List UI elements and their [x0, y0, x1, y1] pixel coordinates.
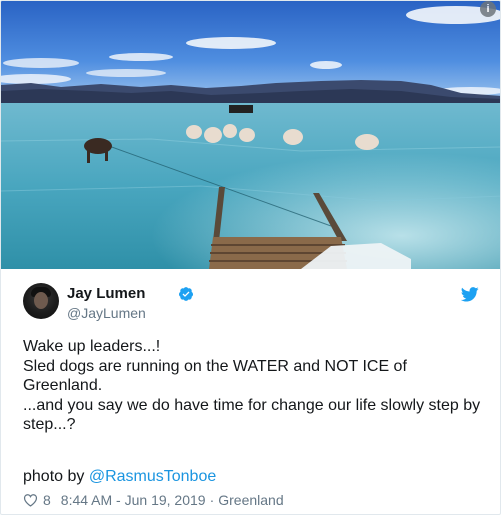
tweet-header: Jay Lumen @JayLumen — [23, 283, 483, 323]
heart-icon[interactable] — [23, 493, 38, 507]
twitter-bird-icon[interactable] — [461, 287, 479, 302]
tweet-line: step...? — [23, 416, 76, 433]
credit-mention-link[interactable]: @RasmusTonboe — [89, 468, 216, 485]
tweet-line: ...and you say we do have time for chang… — [23, 396, 481, 414]
photo-credit: photo by @RasmusTonboe — [23, 468, 216, 486]
like-count[interactable]: 8 — [43, 492, 51, 508]
user-handle[interactable]: @JayLumen — [67, 305, 146, 321]
credit-prefix: photo by — [23, 468, 89, 485]
tweet-photo[interactable] — [1, 1, 501, 269]
tweet-card: i Jay Lumen @JayLumen Wake up leaders...… — [0, 0, 501, 515]
tweet-line: Wake up leaders...! — [23, 338, 161, 355]
tweet-timestamp[interactable]: 8:44 AM - Jun 19, 2019 — [61, 492, 206, 508]
tweet-location[interactable]: Greenland — [218, 492, 283, 508]
verified-badge-icon — [179, 287, 194, 301]
display-name[interactable]: Jay Lumen — [67, 285, 145, 302]
avatar[interactable] — [23, 283, 59, 319]
info-icon[interactable]: i — [480, 1, 496, 17]
tweet-meta: 8 8:44 AM - Jun 19, 2019 · Greenland — [23, 492, 284, 508]
tweet-text: Wake up leaders...! Sled dogs are runnin… — [23, 337, 488, 435]
meta-separator: · — [209, 492, 215, 508]
tweet-line: Sled dogs are running on the WATER and N… — [23, 357, 407, 375]
tweet-line: Greenland. — [23, 377, 103, 394]
